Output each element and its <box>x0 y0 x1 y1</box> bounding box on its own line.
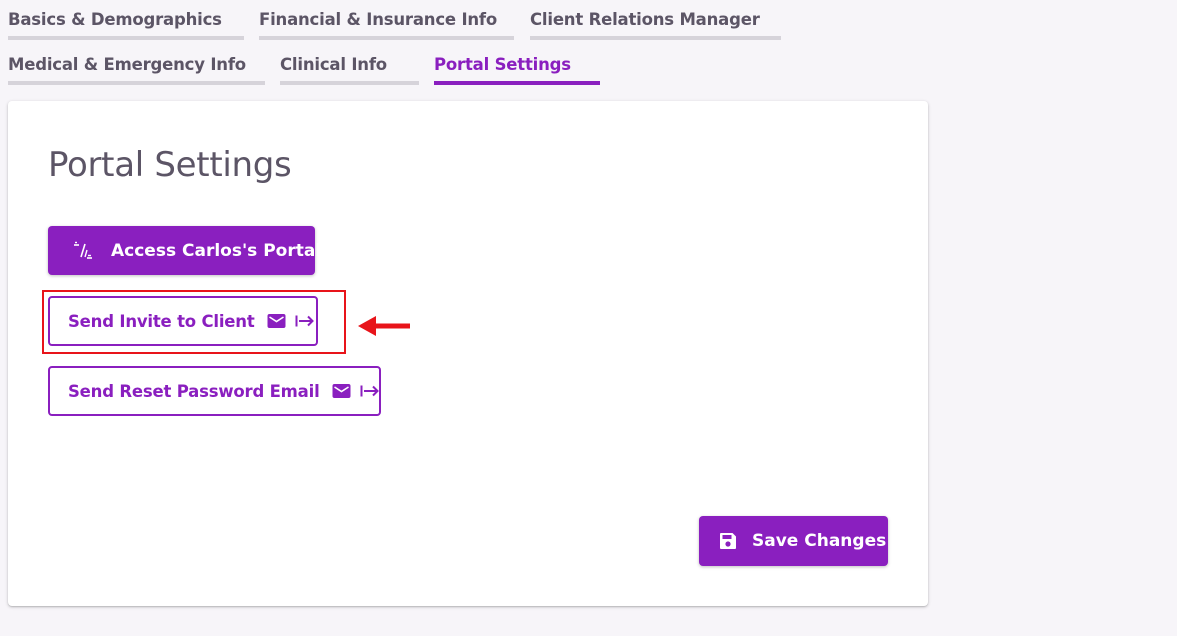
red-arrow-icon <box>358 316 410 336</box>
tab-label: Medical & Emergency Info <box>8 55 246 74</box>
tab-basics-demographics[interactable]: Basics & Demographics <box>8 8 244 40</box>
send-reset-password-button[interactable]: Send Reset Password Email <box>48 366 381 416</box>
access-portal-label: Access Carlos's Portal <box>111 240 322 261</box>
save-changes-label: Save Changes <box>752 531 887 551</box>
page-title: Portal Settings <box>48 145 292 185</box>
access-portal-button[interactable]: Access Carlos's Portal <box>48 226 321 275</box>
tab-label: Client Relations Manager <box>530 10 760 29</box>
tab-label: Financial & Insurance Info <box>259 10 498 29</box>
tab-portal-settings[interactable]: Portal Settings <box>434 53 600 85</box>
save-changes-button[interactable]: Save Changes <box>699 516 888 566</box>
send-reset-label: Send Reset Password Email <box>68 381 320 401</box>
highlight-box <box>42 290 346 354</box>
tab-clinical-info[interactable]: Clinical Info <box>280 53 419 85</box>
send-arrow-icon <box>360 383 380 399</box>
portal-access-icon <box>72 241 94 261</box>
save-icon <box>719 532 737 550</box>
tab-client-relations[interactable]: Client Relations Manager <box>530 8 781 40</box>
tab-label: Portal Settings <box>434 55 571 74</box>
mail-icon <box>332 383 351 399</box>
tab-medical-emergency[interactable]: Medical & Emergency Info <box>8 53 265 85</box>
tab-label: Basics & Demographics <box>8 10 222 29</box>
tab-financial-insurance[interactable]: Financial & Insurance Info <box>259 8 514 40</box>
tab-label: Clinical Info <box>280 55 387 74</box>
